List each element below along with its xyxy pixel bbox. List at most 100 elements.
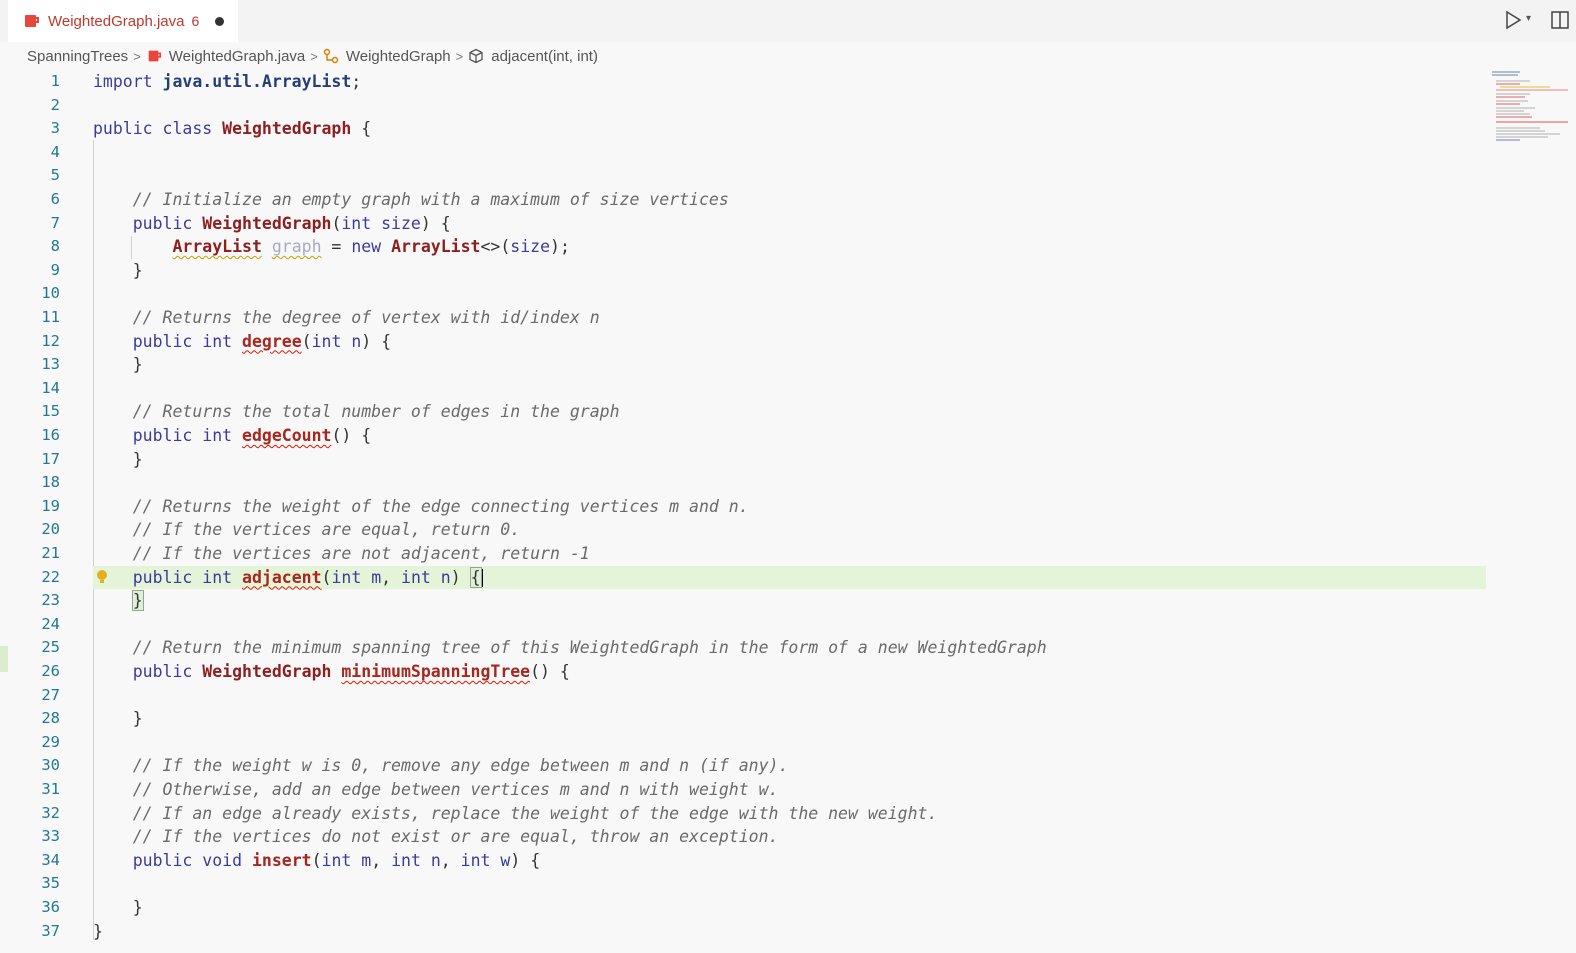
code-text: public WeightedGraph minimumSpanningTree… (132, 662, 570, 681)
code-line[interactable]: 10 (0, 282, 1486, 306)
code-text: // If the vertices do not exist or are e… (132, 827, 779, 847)
code-line[interactable]: 12 public int degree(int n) { (0, 330, 1486, 354)
code-line[interactable]: 30 // If the weight w is 0, remove any e… (0, 754, 1486, 778)
line-number: 15 (41, 402, 60, 421)
code-text: public void insert(int m, int n, int w) … (132, 850, 541, 870)
code-text: // If an edge already exists, replace th… (132, 803, 938, 823)
code-text: // Returns the degree of vertex with id/… (132, 308, 600, 327)
code-line[interactable]: 23 } (0, 589, 1486, 613)
code-text: // Returns the weight of the edge connec… (132, 496, 749, 516)
problem-count-badge: 6 (191, 13, 200, 29)
line-number: 16 (41, 426, 60, 444)
breadcrumb-folder[interactable]: SpanningTrees (27, 48, 128, 65)
code-line[interactable]: 18 (0, 471, 1486, 495)
line-number: 34 (41, 850, 60, 869)
line-number: 29 (41, 732, 60, 751)
code-text: // If the vertices are equal, return 0. (132, 520, 521, 540)
code-text: // Initialize an empty graph with a maxi… (132, 190, 729, 209)
code-text: // Otherwise, add an edge between vertic… (132, 780, 779, 799)
code-line[interactable]: 34 public void insert(int m, int n, int … (0, 849, 1486, 873)
code-text: } (93, 260, 143, 280)
code-line[interactable]: 2 (0, 94, 1486, 118)
code-line[interactable]: 15 // Returns the total number of edges … (0, 400, 1486, 424)
line-number: 2 (50, 95, 60, 114)
chevron-right-icon: > (310, 48, 318, 64)
breadcrumb-class[interactable]: WeightedGraph (323, 48, 451, 65)
code-line[interactable]: 37} (0, 920, 1486, 944)
code-text: public int adjacent(int m, int n) { (132, 566, 483, 588)
code-line[interactable]: 9 } (0, 259, 1486, 283)
line-number: 37 (41, 921, 60, 940)
code-line[interactable]: 26 public WeightedGraph minimumSpanningT… (0, 660, 1486, 684)
line-number: 17 (41, 449, 60, 468)
breadcrumb-method[interactable]: adjacent(int, int) (468, 48, 598, 65)
code-line[interactable]: 1 import java.util.ArrayList; (0, 70, 1486, 94)
java-file-icon (148, 50, 161, 62)
line-number: 22 (41, 567, 60, 586)
code-line[interactable]: 5 (0, 164, 1486, 188)
line-number: 36 (41, 898, 60, 916)
run-icon[interactable] (1503, 10, 1523, 30)
line-number: 26 (41, 662, 60, 680)
line-number: 14 (41, 378, 60, 397)
code-line[interactable]: 7 public WeightedGraph(int size) { (0, 212, 1486, 236)
code-line[interactable]: 31 // Otherwise, add an edge between ver… (0, 778, 1486, 802)
unsaved-indicator[interactable] (215, 16, 225, 26)
code-text: ArrayList graph = new ArrayList<>(size); (172, 237, 570, 257)
line-number: 30 (41, 756, 60, 775)
code-text: // Returns the total number of edges in … (132, 402, 620, 422)
line-number: 19 (41, 496, 60, 515)
code-line[interactable]: 14 (0, 377, 1486, 401)
code-line[interactable]: 6 // Initialize an empty graph with a ma… (0, 188, 1486, 212)
split-editor-icon[interactable] (1550, 10, 1570, 30)
code-line[interactable]: 32 // If an edge already exists, replace… (0, 802, 1486, 826)
line-number: 35 (41, 874, 60, 893)
code-line[interactable]: 20 // If the vertices are equal, return … (0, 518, 1486, 542)
code-line[interactable]: 19 // Returns the weight of the edge con… (0, 495, 1486, 519)
code-line[interactable]: 25 // Return the minimum spanning tree o… (0, 636, 1486, 660)
code-text: import java.util.ArrayList; (93, 72, 362, 91)
minimap[interactable] (1490, 70, 1570, 150)
code-line[interactable]: 17 } (0, 448, 1486, 472)
editor-tab[interactable]: WeightedGraph.java 6 (8, 0, 239, 42)
code-text: public WeightedGraph(int size) { (132, 213, 451, 233)
code-line[interactable]: 35 (0, 872, 1486, 896)
code-line[interactable]: 27 (0, 684, 1486, 708)
line-number: 33 (41, 827, 60, 846)
chevron-down-icon[interactable]: ▾ (1526, 13, 1531, 24)
code-text: } (131, 590, 144, 612)
code-line[interactable]: 16 public int edgeCount() { (0, 424, 1486, 448)
code-line[interactable]: 29 (0, 731, 1486, 755)
code-line[interactable]: 3 public class WeightedGraph { (0, 117, 1486, 141)
breadcrumb-file[interactable]: WeightedGraph.java (146, 48, 305, 65)
line-number: 9 (50, 260, 60, 279)
line-number: 13 (41, 355, 60, 374)
line-number: 25 (41, 638, 60, 657)
line-number: 1 (50, 72, 60, 90)
code-line[interactable]: 22 public int adjacent(int m, int n) { (41, 565, 1486, 590)
code-line[interactable]: 4 (0, 141, 1486, 165)
line-number: 20 (41, 520, 60, 539)
code-line[interactable]: 36 } (0, 896, 1486, 920)
line-number: 6 (50, 190, 60, 208)
code-line[interactable]: 33 // If the vertices do not exist or ar… (0, 825, 1486, 849)
line-number: 18 (41, 473, 60, 492)
code-line[interactable]: 13 } (0, 353, 1486, 377)
line-number: 24 (41, 614, 60, 633)
method-icon (469, 48, 483, 64)
code-line[interactable]: 11 // Returns the degree of vertex with … (0, 306, 1486, 330)
line-number: 3 (50, 119, 60, 138)
code-editor[interactable]: 1 import java.util.ArrayList; 2 3 public cla… (0, 70, 1576, 953)
code-text: } (93, 355, 143, 375)
code-line[interactable]: 21 // If the vertices are not adjacent, … (0, 542, 1486, 566)
tab-bar: WeightedGraph.java 6 ▾ (0, 0, 1576, 42)
line-number: 5 (50, 166, 60, 185)
code-line[interactable]: 28 } (0, 707, 1486, 731)
code-line[interactable]: 24 (0, 613, 1486, 637)
line-number: 23 (41, 591, 60, 610)
java-file-icon (25, 15, 39, 27)
line-number: 21 (41, 544, 60, 562)
code-line[interactable]: 8 ArrayList graph = new ArrayList<>(size… (0, 235, 1486, 259)
line-number: 7 (50, 213, 60, 232)
code-text: // Return the minimum spanning tree of t… (132, 638, 1047, 658)
